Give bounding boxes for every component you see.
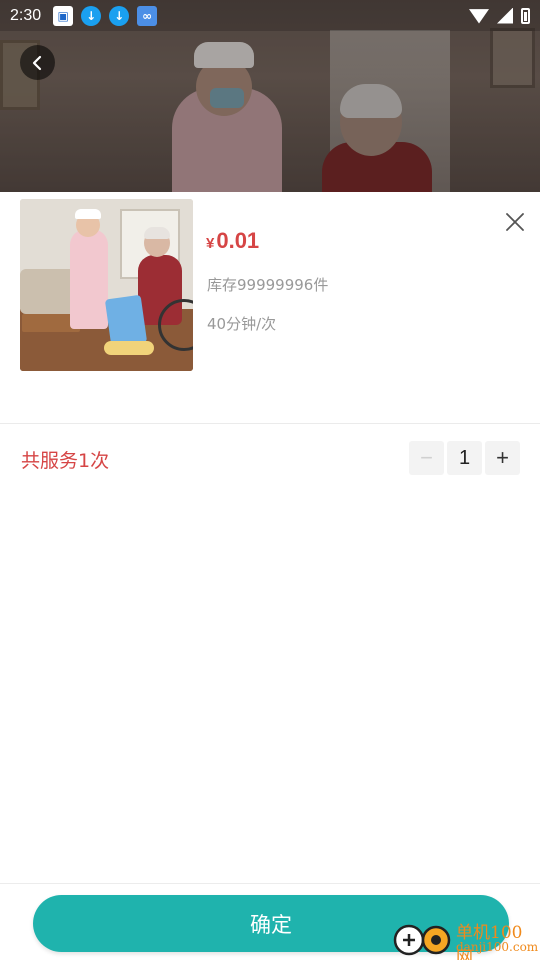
quantity-value[interactable]: 1 xyxy=(447,441,482,475)
increment-button[interactable]: + xyxy=(485,441,520,475)
decrement-button[interactable]: − xyxy=(409,441,444,475)
thumb-nurse-cap xyxy=(75,209,101,219)
product-price: ¥0.01 xyxy=(206,228,259,254)
download-icon: ↓ xyxy=(81,5,102,26)
thumb-pad xyxy=(104,294,148,348)
status-right-icons xyxy=(469,7,530,24)
glasses-app-icon: ∞ xyxy=(137,5,158,26)
thumb-elder-hair xyxy=(144,227,170,239)
app-notification-icon: ▣ xyxy=(53,5,74,26)
watermark-domain: danji100.com xyxy=(456,940,539,954)
wifi-icon xyxy=(469,9,489,24)
sku-sheet: ¥0.01 库存99999996件 40分钟/次 共服务1次 − 1 + xyxy=(0,192,540,960)
price-currency: ¥ xyxy=(206,235,215,252)
product-image xyxy=(20,199,193,371)
quantity-stepper: − 1 + xyxy=(409,441,520,475)
divider xyxy=(0,423,540,424)
product-stock: 库存99999996件 xyxy=(207,276,329,294)
close-button[interactable] xyxy=(502,209,528,235)
thumb-shoes xyxy=(104,341,154,355)
close-icon xyxy=(506,213,524,231)
status-bar: 2:30 ▣ ↓ ↓ ∞ xyxy=(0,0,540,31)
back-button[interactable] xyxy=(20,45,55,80)
battery-icon xyxy=(521,7,530,24)
status-time: 2:30 xyxy=(10,6,42,24)
watermark-logo-icon xyxy=(393,924,451,956)
price-value: 0.01 xyxy=(216,228,260,253)
service-duration: 40分钟/次 xyxy=(207,315,277,333)
service-count-label: 共服务1次 xyxy=(21,450,110,472)
download-icon: ↓ xyxy=(109,5,130,26)
watermark: 单机100网 danji100.com xyxy=(392,916,539,960)
chevron-left-icon xyxy=(32,55,41,70)
signal-icon xyxy=(497,7,513,24)
thumb-nurse xyxy=(70,229,108,329)
